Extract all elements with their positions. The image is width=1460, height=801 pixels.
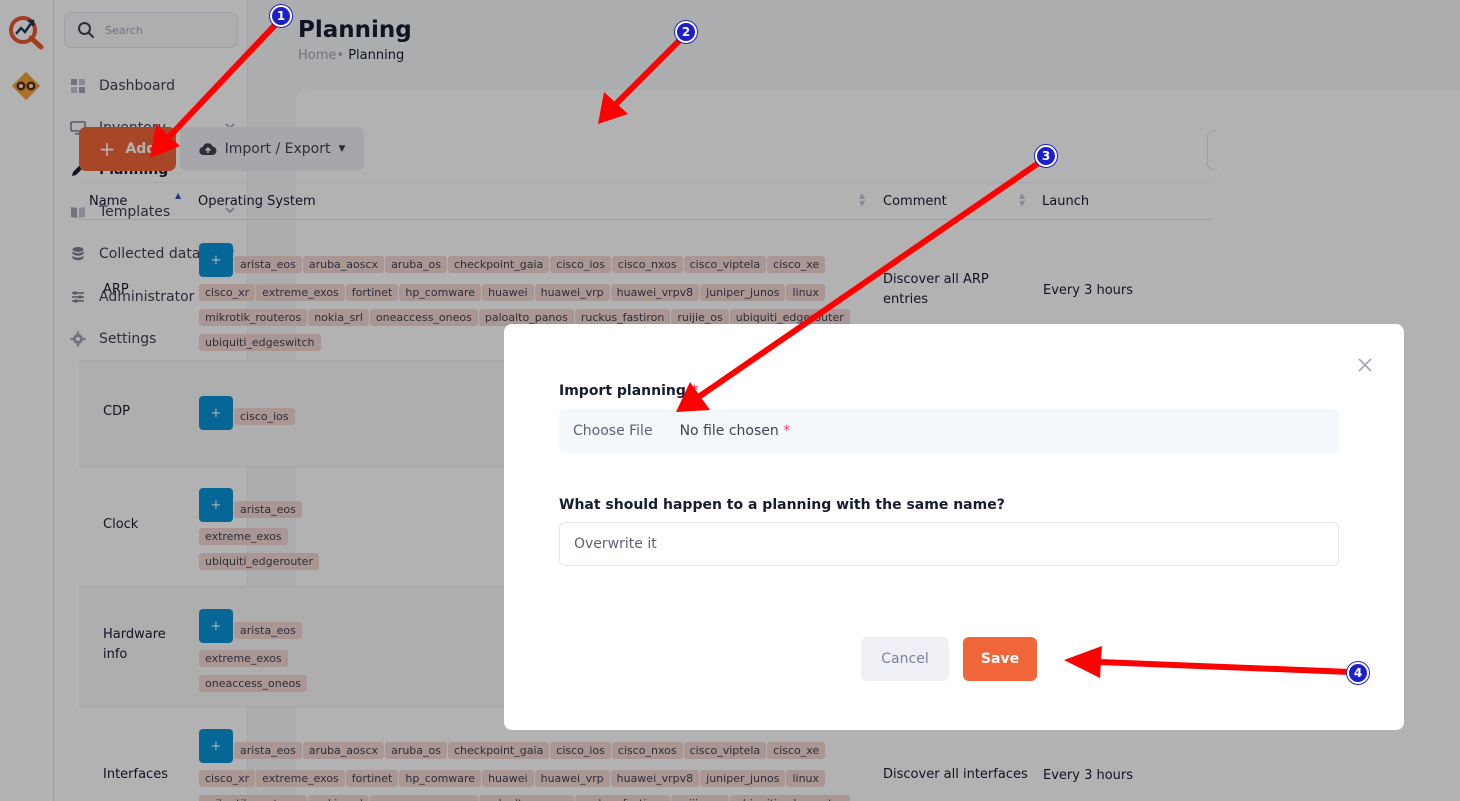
step-marker-4: 4 [1347, 662, 1369, 684]
file-status: No file chosen * [680, 423, 791, 439]
file-status-text: No file chosen [679, 423, 779, 439]
required-mark: * [783, 423, 791, 439]
same-name-select[interactable]: Overwrite it [559, 522, 1339, 566]
step-marker-1: 1 [270, 5, 292, 27]
choose-file-button[interactable]: Choose File [573, 423, 653, 439]
file-input[interactable]: Choose File No file chosen * [559, 409, 1339, 453]
step-marker-3: 3 [1035, 145, 1057, 167]
cancel-button[interactable]: Cancel [861, 637, 949, 681]
step-marker-2: 2 [675, 21, 697, 43]
import-planning-label-text: Import planning [559, 383, 686, 399]
save-button[interactable]: Save [963, 637, 1037, 681]
import-planning-label: Import planning * [559, 383, 698, 399]
import-planning-modal: Import planning * Choose File No file ch… [504, 324, 1404, 730]
close-icon[interactable] [1356, 356, 1374, 374]
same-name-question-label: What should happen to a planning with th… [559, 497, 1005, 513]
required-mark: * [690, 383, 699, 399]
